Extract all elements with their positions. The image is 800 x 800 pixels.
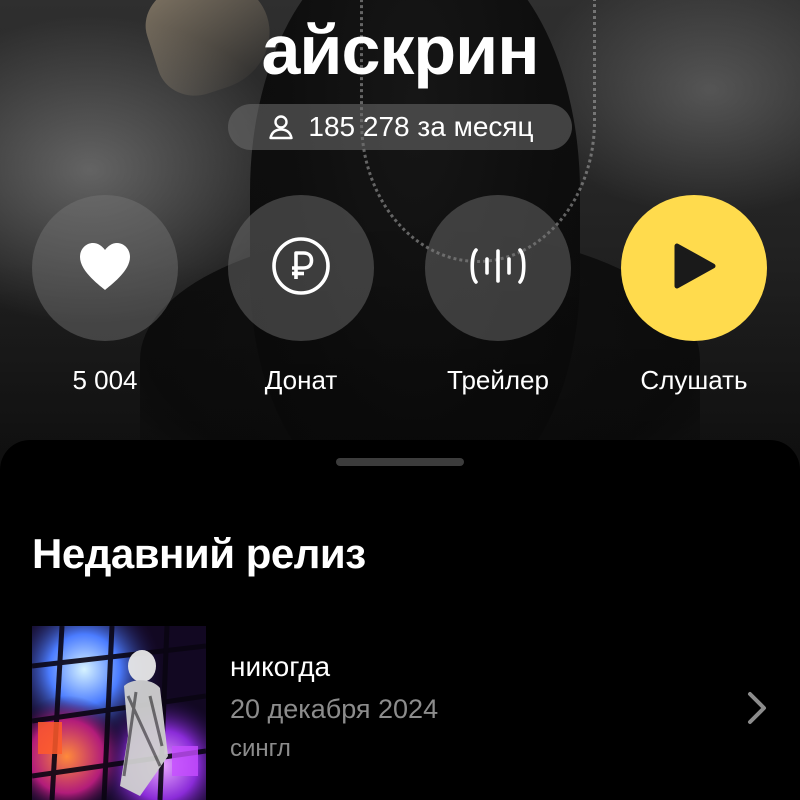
release-date: 20 декабря 2024 (230, 694, 439, 724)
person-icon (266, 112, 296, 142)
chevron-right-icon[interactable] (744, 690, 772, 726)
donate-action: Донат (221, 195, 381, 395)
soundwave-icon (467, 243, 529, 294)
artist-name: айскрин (261, 11, 540, 89)
trailer-action: Трейлер (418, 195, 578, 395)
like-button[interactable] (32, 195, 178, 341)
bottom-sheet: Недавний релиз никогда 20 декабря 2024 с… (0, 440, 800, 800)
listen-action: Слушать (614, 195, 774, 395)
sheet-grab-handle[interactable] (336, 458, 464, 466)
section-title: Недавний релиз (32, 530, 366, 577)
release-title: никогда (230, 651, 331, 682)
monthly-listeners-badge: 185 278 за месяц (228, 104, 572, 150)
listen-label: Слушать (640, 365, 748, 395)
play-icon (669, 240, 719, 297)
release-type: сингл (230, 735, 291, 762)
donate-button[interactable] (228, 195, 374, 341)
recent-release-item[interactable]: никогда 20 декабря 2024 сингл (0, 626, 800, 800)
monthly-listeners-count: 185 278 за месяц (308, 111, 534, 142)
like-count: 5 004 (72, 365, 138, 395)
release-cover-art[interactable] (32, 626, 206, 800)
heart-icon (76, 240, 134, 297)
ruble-icon (270, 235, 332, 302)
donate-label: Донат (264, 365, 338, 395)
trailer-label: Трейлер (447, 365, 549, 395)
listen-button[interactable] (621, 195, 767, 341)
trailer-button[interactable] (425, 195, 571, 341)
like-action: 5 004 (25, 195, 185, 395)
